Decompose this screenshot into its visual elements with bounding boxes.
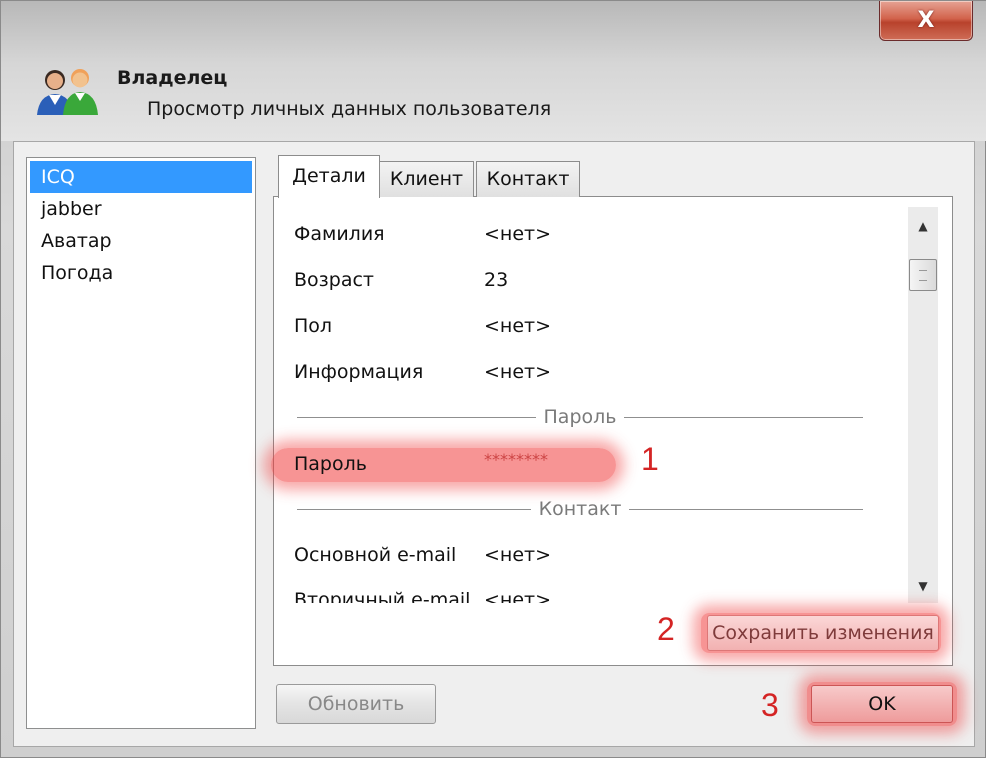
account-list: ICQ jabber Аватар Погода bbox=[26, 157, 256, 729]
close-icon: X bbox=[917, 8, 935, 33]
owner-dialog-window: X Владелец Просмотр личных данных пользо… bbox=[0, 0, 986, 758]
step-marker-2: 2 bbox=[657, 611, 675, 647]
step-marker-1: 1 bbox=[641, 441, 659, 477]
refresh-button[interactable]: Обновить bbox=[276, 684, 436, 724]
dialog-title: Владелец bbox=[117, 67, 228, 89]
tab-details[interactable]: Детали bbox=[278, 155, 380, 198]
detail-value[interactable]: 23 bbox=[484, 265, 508, 295]
password-value[interactable]: ******** bbox=[484, 444, 548, 476]
tab-contact[interactable]: Контакт bbox=[476, 161, 580, 197]
detail-value[interactable]: <нет> bbox=[484, 219, 551, 249]
detail-value[interactable]: <нет> bbox=[484, 540, 551, 570]
sidebar-item-weather[interactable]: Погода bbox=[30, 257, 252, 289]
section-header-contact: Контакт bbox=[297, 494, 863, 524]
scroll-up-icon[interactable]: ▲ bbox=[908, 213, 938, 239]
scroll-down-icon[interactable]: ▼ bbox=[908, 573, 938, 599]
sidebar-item-avatar[interactable]: Аватар bbox=[30, 225, 252, 257]
step-marker-3: 3 bbox=[761, 687, 779, 723]
section-title: Пароль bbox=[535, 406, 625, 428]
details-scrollbar[interactable]: ▲ ▼ bbox=[908, 207, 938, 603]
detail-label: Информация bbox=[294, 361, 424, 383]
section-title: Контакт bbox=[530, 498, 630, 520]
password-label: Пароль bbox=[294, 453, 367, 475]
detail-label: Основной e-mail bbox=[294, 544, 457, 566]
tab-client[interactable]: Клиент bbox=[379, 161, 474, 197]
section-header-password: Пароль bbox=[297, 402, 863, 432]
detail-value[interactable]: <нет> bbox=[484, 585, 551, 603]
close-button[interactable]: X bbox=[879, 1, 973, 41]
detail-label: Вторичный e-mail bbox=[294, 589, 471, 603]
detail-value[interactable]: <нет> bbox=[484, 311, 551, 341]
users-icon bbox=[37, 69, 98, 115]
details-grid: Фамилия <нет> Возраст 23 Пол <нет> Инфор… bbox=[289, 207, 909, 603]
detail-value[interactable]: <нет> bbox=[484, 357, 551, 387]
detail-label: Пол bbox=[294, 315, 333, 337]
sidebar-item-icq[interactable]: ICQ bbox=[30, 161, 252, 193]
dialog-subtitle: Просмотр личных данных пользователя bbox=[147, 98, 552, 120]
ok-button[interactable]: OK bbox=[811, 685, 953, 723]
save-changes-button[interactable]: Сохранить изменения bbox=[707, 615, 939, 651]
sidebar-item-jabber[interactable]: jabber bbox=[30, 193, 252, 225]
detail-label: Возраст bbox=[294, 269, 374, 291]
scroll-thumb[interactable] bbox=[909, 259, 937, 291]
detail-label: Фамилия bbox=[294, 223, 385, 245]
